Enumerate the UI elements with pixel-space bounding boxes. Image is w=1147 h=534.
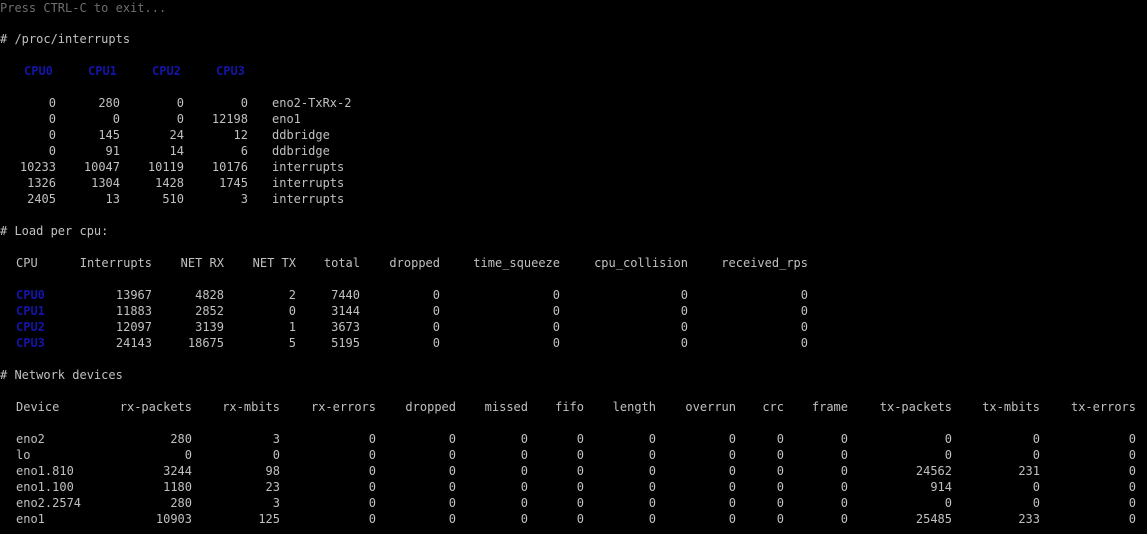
network-value-cell: 0 bbox=[1128, 464, 1136, 478]
network-device-name: eno2 bbox=[16, 432, 45, 446]
interrupts-cpu-header: CPU0 bbox=[24, 64, 53, 78]
load-value-cell: 0 bbox=[432, 288, 440, 302]
interrupt-count-cell: 0 bbox=[240, 96, 248, 110]
network-value-cell: 0 bbox=[840, 480, 848, 494]
load-value-cell: 0 bbox=[800, 336, 808, 350]
network-column-header: Device bbox=[16, 400, 60, 414]
interrupt-count-cell: 12198 bbox=[211, 112, 248, 126]
interrupt-count-cell: 10176 bbox=[211, 160, 248, 174]
network-value-cell: 0 bbox=[1128, 480, 1136, 494]
network-value-cell: 0 bbox=[1128, 512, 1136, 526]
network-value-cell: 0 bbox=[840, 448, 848, 462]
load-value-cell: 0 bbox=[800, 320, 808, 334]
load-value-cell: 0 bbox=[680, 336, 688, 350]
network-column-header: frame bbox=[811, 400, 848, 414]
interrupt-name-cell: eno2-TxRx-2 bbox=[272, 96, 352, 110]
interrupt-name-cell: interrupts bbox=[272, 160, 345, 174]
interrupts-cpu-header: CPU3 bbox=[216, 64, 245, 78]
interrupts-cpu-header: CPU2 bbox=[152, 64, 181, 78]
network-value-cell: 0 bbox=[1128, 448, 1136, 462]
interrupt-name-cell: ddbridge bbox=[272, 144, 330, 158]
interrupts-section-title: # /proc/interrupts bbox=[0, 32, 131, 46]
load-value-cell: 0 bbox=[432, 320, 440, 334]
interrupts-cpu-header: CPU1 bbox=[88, 64, 117, 78]
interrupt-count-cell: 12 bbox=[233, 128, 248, 142]
network-value-cell: 0 bbox=[1128, 432, 1136, 446]
load-value-cell: 0 bbox=[800, 304, 808, 318]
terminal-window[interactable]: Press CTRL-C to exit... # /proc/interrup… bbox=[0, 0, 1147, 534]
network-column-header: tx-errors bbox=[1070, 400, 1136, 414]
network-value-cell: 0 bbox=[840, 496, 848, 510]
load-value-cell: 0 bbox=[680, 304, 688, 318]
exit-hint: Press CTRL-C to exit... bbox=[0, 1, 167, 15]
load-value-cell: 0 bbox=[680, 320, 688, 334]
load-column-header: cpu_collision bbox=[594, 256, 688, 270]
interrupt-count-cell: 3 bbox=[240, 192, 248, 206]
interrupt-name-cell: ddbridge bbox=[272, 128, 330, 142]
network-value-cell: 0 bbox=[1128, 496, 1136, 510]
load-value-cell: 0 bbox=[680, 288, 688, 302]
network-device-name: eno1.810 bbox=[16, 464, 74, 478]
load-value-cell: 0 bbox=[432, 336, 440, 350]
load-column-header: time_squeeze bbox=[473, 256, 560, 270]
load-value-cell: 0 bbox=[552, 320, 560, 334]
load-value-cell: 0 bbox=[800, 288, 808, 302]
network-device-name: eno1.100 bbox=[16, 480, 74, 494]
network-value-cell: 0 bbox=[840, 512, 848, 526]
network-device-name: eno1 bbox=[16, 512, 45, 526]
interrupt-name-cell: interrupts bbox=[272, 176, 345, 190]
load-value-cell: 0 bbox=[552, 288, 560, 302]
load-value-cell: 0 bbox=[552, 336, 560, 350]
interrupt-count-cell: 1745 bbox=[219, 176, 248, 190]
load-column-header: received_rps bbox=[721, 256, 808, 270]
load-value-cell: 0 bbox=[552, 304, 560, 318]
interrupt-name-cell: eno1 bbox=[272, 112, 301, 126]
load-section-title: # Load per cpu: bbox=[0, 224, 109, 238]
network-section-title: # Network devices bbox=[0, 368, 123, 382]
network-value-cell: 0 bbox=[840, 464, 848, 478]
network-device-name: lo bbox=[16, 448, 31, 462]
network-value-cell: 0 bbox=[840, 432, 848, 446]
interrupt-count-cell: 6 bbox=[240, 144, 248, 158]
load-column-header: dropped bbox=[389, 256, 440, 270]
load-value-cell: 0 bbox=[432, 304, 440, 318]
interrupt-name-cell: interrupts bbox=[272, 192, 345, 206]
